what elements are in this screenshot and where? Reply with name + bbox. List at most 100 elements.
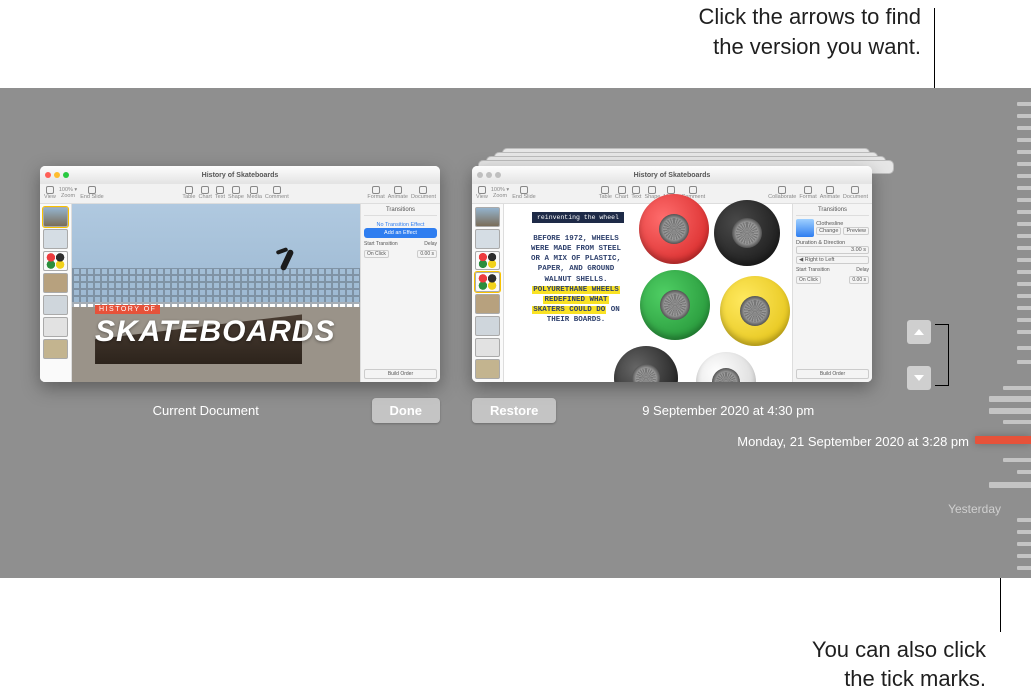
toolbar-end-slide-button[interactable]: End Slide [512, 186, 536, 201]
start-transition-value[interactable]: On Click [796, 276, 821, 284]
toolbar-shape-button[interactable]: Shape [228, 186, 244, 201]
timeline-tick[interactable] [1017, 530, 1031, 534]
direction-select[interactable]: ◀ Right to Left [796, 256, 869, 264]
toolbar-view-button[interactable]: View [44, 186, 56, 201]
slide-thumb[interactable] [43, 229, 68, 249]
slide-thumb[interactable] [43, 207, 68, 227]
timeline-tick[interactable] [1003, 386, 1031, 390]
slide-thumb[interactable] [475, 272, 500, 292]
slide-canvas[interactable]: reinventing the wheel BEFORE 1972, WHEEL… [504, 204, 792, 382]
toolbar-document-button[interactable]: Document [411, 186, 436, 201]
timeline-tick[interactable] [1017, 246, 1031, 250]
toolbar-text-button[interactable]: Text [631, 186, 641, 201]
toolbar-end-slide-button[interactable]: End Slide [80, 186, 104, 201]
build-order-button[interactable]: Build Order [364, 369, 437, 379]
slide-thumb[interactable] [475, 229, 500, 249]
timeline-tick[interactable] [1017, 518, 1031, 522]
timeline-section-label: Yesterday [948, 502, 1001, 516]
slide-thumb[interactable] [475, 251, 500, 271]
timeline-tick[interactable] [1003, 420, 1031, 424]
toolbar-zoom-button[interactable]: 100% ▾Zoom [491, 188, 509, 200]
inspector-tab[interactable]: Transitions [796, 207, 869, 216]
slide-thumb[interactable] [43, 295, 68, 315]
timeline-tick[interactable] [1017, 360, 1031, 364]
toolbar-document-button[interactable]: Document [843, 186, 868, 201]
toolbar-format-button[interactable]: Format [799, 186, 816, 201]
timeline-tick[interactable] [1017, 234, 1031, 238]
slide-thumb[interactable] [43, 317, 68, 337]
delay-value[interactable]: 0.00 s [849, 276, 869, 284]
current-document-footer: Current Document Done [40, 398, 440, 423]
delay-value[interactable]: 0.00 s [417, 250, 437, 258]
timeline-tick[interactable] [1017, 174, 1031, 178]
callout-bottom-line1: You can also click [812, 635, 986, 665]
duration-value[interactable]: 3.00 s [796, 246, 869, 254]
toolbar-view-button[interactable]: View [476, 186, 488, 201]
timeline-tick[interactable] [1017, 222, 1031, 226]
timeline-tick[interactable] [1017, 566, 1031, 570]
window-titlebar: History of Skateboards [472, 166, 872, 184]
slide-thumb[interactable] [43, 273, 68, 293]
timeline-tick[interactable] [1017, 282, 1031, 286]
version-up-button[interactable] [907, 320, 931, 344]
timeline-tick[interactable] [1017, 294, 1031, 298]
slide-thumb[interactable] [475, 338, 500, 358]
timeline-tick[interactable] [1017, 270, 1031, 274]
toolbar-collaborate-button[interactable]: Collaborate [768, 186, 796, 201]
version-timeline[interactable]: Yesterday [975, 88, 1031, 578]
toolbar-animate-button[interactable]: Animate [388, 186, 408, 201]
toolbar-table-button[interactable]: Table [182, 186, 195, 201]
restore-button[interactable]: Restore [472, 398, 556, 423]
slide-thumb[interactable] [475, 316, 500, 336]
toolbar-media-button[interactable]: Media [247, 186, 262, 201]
slide-thumb[interactable] [475, 359, 500, 379]
timeline-tick[interactable] [1017, 330, 1031, 334]
timeline-tick[interactable] [1017, 554, 1031, 558]
toolbar-chart-button[interactable]: Chart [198, 186, 211, 201]
timeline-tick[interactable] [1017, 318, 1031, 322]
slide-thumb[interactable] [43, 251, 68, 271]
timeline-tick[interactable] [1017, 114, 1031, 118]
preview-effect-button[interactable]: Preview [843, 227, 869, 235]
slide-canvas[interactable]: HISTORY OF SKATEBOARDS [72, 204, 360, 382]
timeline-tick[interactable] [989, 396, 1031, 402]
inspector-tab[interactable]: Transitions [364, 207, 437, 216]
timeline-tick[interactable] [1017, 210, 1031, 214]
timeline-tick[interactable] [989, 482, 1031, 488]
version-down-button[interactable] [907, 366, 931, 390]
timeline-tick[interactable] [1017, 198, 1031, 202]
timeline-tick[interactable] [1017, 306, 1031, 310]
slide-navigator[interactable] [40, 204, 72, 382]
timeline-tick[interactable] [1017, 138, 1031, 142]
toolbar-text-button[interactable]: Text [215, 186, 225, 201]
timeline-tick[interactable] [1017, 126, 1031, 130]
timeline-tick[interactable] [1017, 470, 1031, 474]
callout-top-leader [934, 8, 935, 88]
timeline-tick[interactable] [1017, 186, 1031, 190]
build-order-button[interactable]: Build Order [796, 369, 869, 379]
start-transition-value[interactable]: On Click [364, 250, 389, 258]
delay-label: Delay [856, 267, 869, 273]
slide-thumb[interactable] [43, 339, 68, 359]
timeline-tick[interactable] [989, 408, 1031, 414]
timeline-tick[interactable] [1003, 458, 1031, 462]
timeline-tick[interactable] [1017, 102, 1031, 106]
slide-thumb[interactable] [475, 207, 500, 227]
done-button[interactable]: Done [372, 398, 441, 423]
toolbar-zoom-button[interactable]: 100% ▾Zoom [59, 188, 77, 200]
toolbar-comment-button[interactable]: Comment [265, 186, 289, 201]
toolbar-table-button[interactable]: Table [599, 186, 612, 201]
toolbar-chart-button[interactable]: Chart [615, 186, 628, 201]
slide-thumb[interactable] [475, 294, 500, 314]
timeline-tick[interactable] [1017, 346, 1031, 350]
timeline-tick[interactable] [1017, 258, 1031, 262]
timeline-tick[interactable] [1017, 162, 1031, 166]
toolbar-animate-button[interactable]: Animate [820, 186, 840, 201]
timeline-tick[interactable] [1017, 542, 1031, 546]
slide-navigator[interactable] [472, 204, 504, 382]
timeline-tick[interactable] [1017, 150, 1031, 154]
timeline-tick-current[interactable] [975, 436, 1031, 444]
toolbar-format-button[interactable]: Format [367, 186, 384, 201]
add-effect-button[interactable]: Add an Effect [364, 228, 437, 238]
change-effect-button[interactable]: Change [816, 227, 841, 235]
